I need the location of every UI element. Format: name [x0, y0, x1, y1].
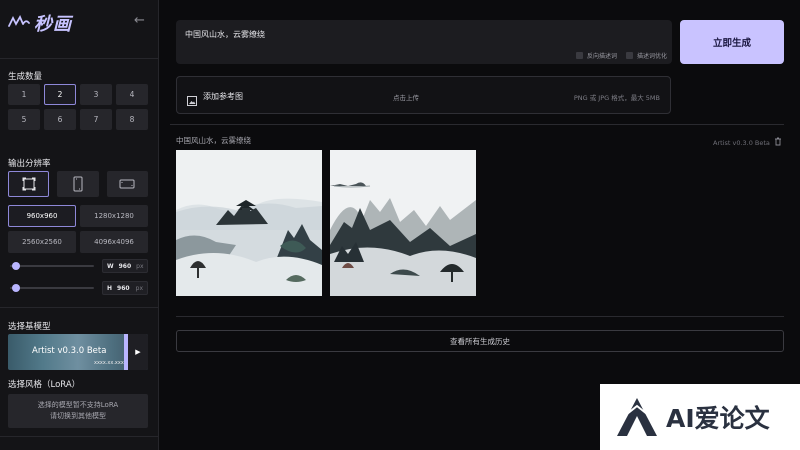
sidebar: 秒画 ← 生成数量 1 2 3 4 5 6 7 8 输出分辨率 960x960 …	[0, 0, 159, 450]
count-option-5[interactable]: 5	[8, 109, 40, 130]
prompt-input[interactable]: 中国风山水，云雾缭绕 反向描述词 描述词优化	[176, 20, 672, 64]
negative-prompt-label: 反向描述词	[587, 53, 618, 60]
resolution-label: 输出分辨率	[8, 159, 51, 169]
height-unit: px	[135, 284, 143, 292]
logo-mark-icon	[8, 14, 30, 33]
width-unit: px	[136, 262, 144, 270]
ratio-landscape-button[interactable]	[106, 171, 148, 197]
res-option-1280[interactable]: 1280x1280	[80, 205, 148, 227]
lora-note-line1: 选择的模型暂不支持LoRA	[37, 401, 119, 409]
aspect-ratio-options	[8, 171, 148, 197]
square-ratio-icon	[22, 177, 36, 191]
model-selector[interactable]: Artist v0.3.0 Beta xxxx.xx.xxx ▶	[8, 334, 148, 370]
lora-label: 选择风格（LoRA）	[8, 380, 81, 390]
width-slider-knob[interactable]	[12, 262, 20, 270]
width-label: W	[107, 262, 114, 270]
prompt-optimize-toggle[interactable]: 描述词优化	[626, 51, 667, 60]
model-name: Artist v0.3.0 Beta	[32, 346, 107, 356]
upload-hint: PNG 或 JPG 格式，最大 5MB	[573, 94, 660, 102]
reference-image-upload[interactable]: 添加参考图 点击上传 PNG 或 JPG 格式，最大 5MB	[176, 76, 671, 114]
res-option-2560[interactable]: 2560x2560	[8, 231, 76, 253]
landscape-ratio-icon	[119, 179, 135, 189]
res-option-4096[interactable]: 4096x4096	[80, 231, 148, 253]
gen-count-options: 1 2 3 4 5 6 7 8	[8, 84, 148, 130]
divider	[170, 124, 784, 125]
res-option-960[interactable]: 960x960	[8, 205, 76, 227]
count-option-8[interactable]: 8	[116, 109, 148, 130]
gen-count-label: 生成数量	[8, 72, 43, 82]
count-option-7[interactable]: 7	[80, 109, 112, 130]
height-value: 960	[117, 284, 130, 292]
resolution-options: 960x960 1280x1280 2560x2560 4096x4096	[8, 205, 148, 253]
generate-button[interactable]: 立即生成	[680, 20, 784, 64]
landscape-painting-1	[176, 150, 322, 296]
logo[interactable]: 秒画	[8, 10, 72, 36]
prompt-optimize-label: 描述词优化	[637, 53, 668, 60]
lora-unsupported-note: 选择的模型暂不支持LoRA 请切换到其他模型	[8, 394, 148, 428]
model-subtext: xxxx.xx.xxx	[94, 360, 124, 366]
image-icon	[187, 91, 197, 110]
width-input[interactable]: W 960 px	[102, 259, 148, 273]
ai-logo-icon	[617, 398, 657, 436]
result-model: Artist v0.3.0 Beta	[713, 138, 770, 147]
divider	[0, 58, 158, 59]
logo-text: 秒画	[34, 14, 72, 35]
count-option-1[interactable]: 1	[8, 84, 40, 105]
prompt-optimize-checkbox[interactable]	[626, 52, 633, 59]
result-meta: Artist v0.3.0 Beta	[713, 137, 782, 148]
ratio-square-button[interactable]	[8, 171, 50, 197]
negative-prompt-checkbox[interactable]	[576, 52, 583, 59]
result-prompt: 中国风山水，云雾缭绕	[176, 136, 251, 145]
watermark-text: AI爱论文	[666, 404, 770, 433]
view-history-button[interactable]: 查看所有生成历史	[176, 330, 784, 352]
height-slider-knob[interactable]	[12, 284, 20, 292]
upload-title: 添加参考图	[203, 92, 243, 101]
negative-prompt-toggle[interactable]: 反向描述词	[576, 51, 617, 60]
divider	[0, 307, 158, 308]
width-slider[interactable]	[10, 262, 94, 270]
count-option-4[interactable]: 4	[116, 84, 148, 105]
upload-action[interactable]: 点击上传	[393, 92, 419, 102]
collapse-sidebar-icon[interactable]: ←	[134, 13, 145, 28]
count-option-2[interactable]: 2	[44, 84, 76, 105]
portrait-ratio-icon	[73, 176, 83, 192]
landscape-painting-2	[330, 150, 476, 296]
prompt-text: 中国风山水，云雾缭绕	[185, 30, 265, 39]
count-option-6[interactable]: 6	[44, 109, 76, 130]
lora-note-line2: 请切换到其他模型	[50, 412, 106, 420]
chevron-right-icon[interactable]: ▶	[128, 334, 148, 370]
model-label: 选择基模型	[8, 322, 51, 332]
height-input[interactable]: H 960 px	[102, 281, 148, 295]
watermark-logo: AI爱论文	[600, 384, 800, 450]
result-image-1[interactable]	[176, 150, 322, 296]
trash-icon[interactable]	[774, 137, 782, 148]
ratio-portrait-button[interactable]	[57, 171, 99, 197]
count-option-3[interactable]: 3	[80, 84, 112, 105]
divider	[0, 436, 158, 437]
height-slider[interactable]	[10, 284, 94, 292]
width-value: 960	[118, 262, 132, 270]
height-label: H	[107, 284, 113, 292]
divider	[176, 316, 784, 317]
result-image-2[interactable]	[330, 150, 476, 296]
